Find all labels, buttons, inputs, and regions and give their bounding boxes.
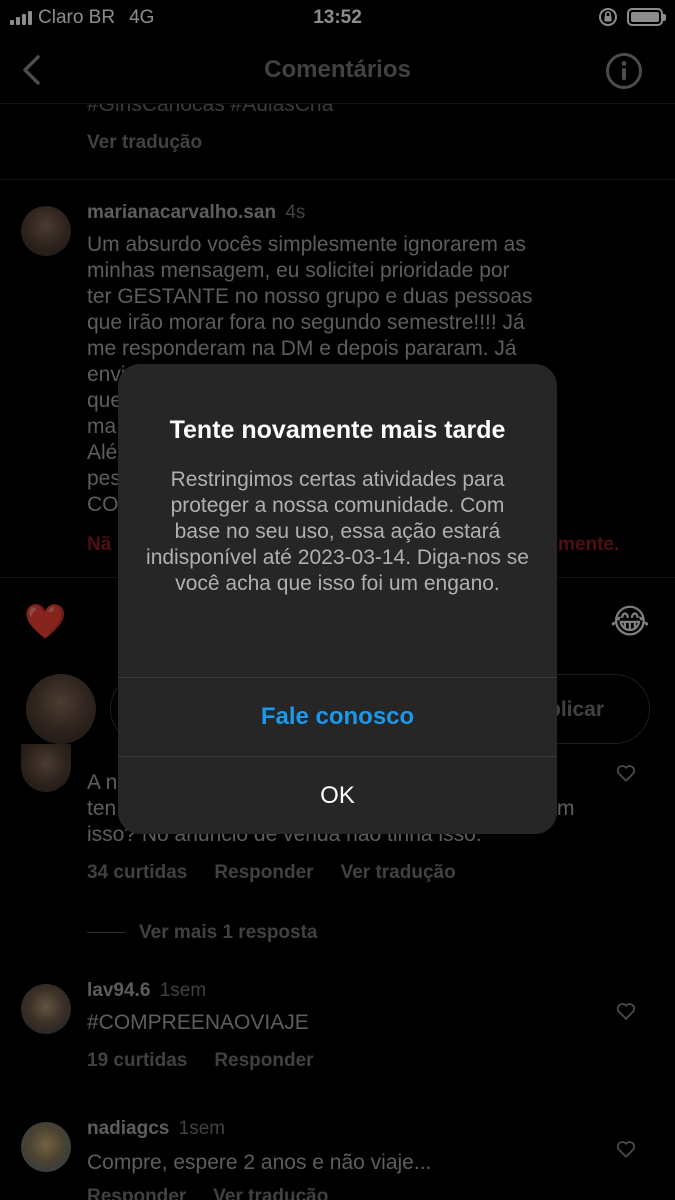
ok-button[interactable]: OK bbox=[118, 757, 557, 834]
restriction-dialog: Tente novamente mais tarde Restringimos … bbox=[118, 364, 557, 834]
contact-us-button[interactable]: Fale conosco bbox=[118, 678, 557, 756]
dialog-message: Restringimos certas atividades para prot… bbox=[146, 468, 529, 595]
dialog-title: Tente novamente mais tarde bbox=[169, 416, 506, 444]
